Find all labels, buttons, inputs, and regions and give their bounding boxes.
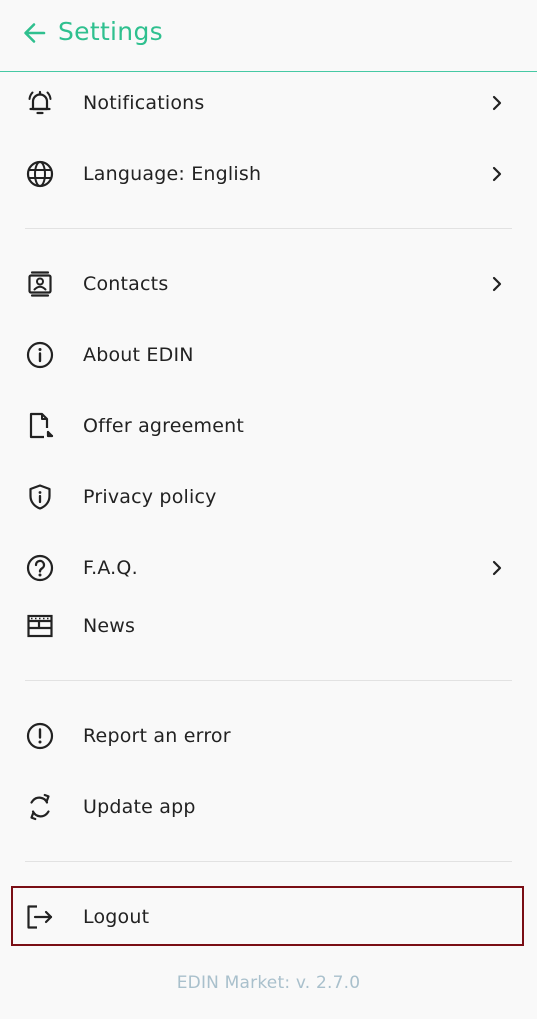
document-icon (25, 412, 55, 439)
chevron-right-icon (488, 559, 506, 577)
menu-item-language[interactable]: Language: English (0, 146, 537, 202)
menu-item-update-app[interactable]: Update app (0, 779, 537, 835)
menu-item-faq[interactable]: F.A.Q. (0, 540, 537, 596)
menu-item-offer-agreement[interactable]: Offer agreement (0, 398, 537, 454)
contact-card-icon (25, 271, 55, 297)
menu-item-news[interactable]: News (0, 598, 537, 654)
shield-info-icon (25, 484, 55, 510)
info-icon (25, 341, 55, 369)
bell-ringing-icon (25, 90, 55, 116)
menu-label-news: News (83, 615, 136, 637)
menu-item-notifications[interactable]: Notifications (0, 75, 537, 131)
menu-label-logout: Logout (83, 906, 150, 928)
question-icon (25, 554, 55, 582)
menu-item-about[interactable]: About EDIN (0, 327, 537, 383)
menu-label-offer-agreement: Offer agreement (83, 415, 245, 437)
menu-label-privacy-policy: Privacy policy (83, 486, 217, 508)
logout-icon (25, 904, 55, 930)
chevron-right-icon (488, 165, 506, 183)
arrow-left-icon (24, 23, 46, 43)
refresh-icon (25, 793, 55, 821)
globe-icon (25, 160, 55, 188)
menu-label-language: Language: English (83, 163, 262, 185)
menu-label-report-error: Report an error (83, 725, 231, 747)
menu-item-privacy-policy[interactable]: Privacy policy (0, 469, 537, 525)
menu-item-report-error[interactable]: Report an error (0, 708, 537, 764)
app-version: EDIN Market: v. 2.7.0 (176, 973, 361, 993)
section-divider (25, 861, 512, 862)
chevron-right-icon (488, 94, 506, 112)
section-divider (25, 680, 512, 681)
alert-icon (25, 722, 55, 750)
menu-item-logout[interactable]: Logout (0, 889, 537, 945)
menu-label-about: About EDIN (83, 344, 194, 366)
menu-label-update-app: Update app (83, 796, 196, 818)
app-header: Settings (0, 0, 537, 72)
menu-label-notifications: Notifications (83, 92, 205, 114)
back-button[interactable] (22, 20, 48, 46)
menu-label-faq: F.A.Q. (83, 557, 138, 579)
menu-label-contacts: Contacts (83, 273, 169, 295)
menu-item-contacts[interactable]: Contacts (0, 256, 537, 312)
chevron-right-icon (488, 275, 506, 293)
newspaper-icon (25, 613, 55, 639)
page-title: Settings (58, 17, 163, 46)
section-divider (25, 228, 512, 229)
